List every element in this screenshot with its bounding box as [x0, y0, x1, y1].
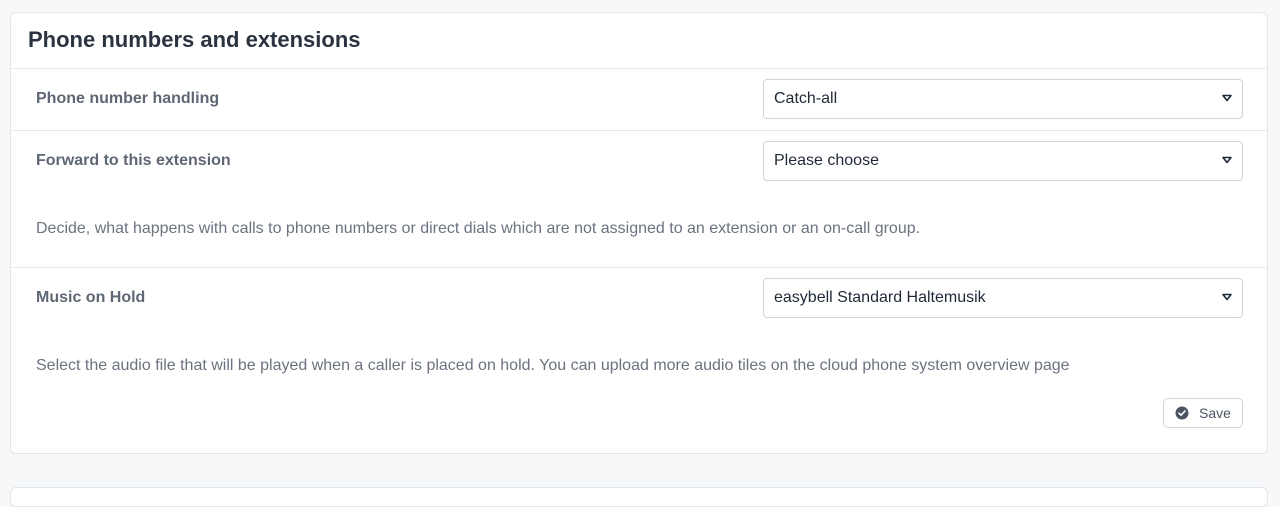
select-value: Please choose: [774, 152, 879, 169]
forward-extension-select[interactable]: Please choose: [763, 141, 1243, 181]
chevron-down-icon: [1222, 156, 1232, 164]
phone-number-handling-label: Phone number handling: [36, 90, 220, 107]
forward-description: Decide, what happens with calls to phone…: [36, 220, 921, 237]
chevron-down-icon: [1222, 293, 1232, 301]
forward-extension-label: Forward to this extension: [36, 152, 231, 169]
phone-number-handling-select[interactable]: Catch-all: [763, 79, 1243, 119]
check-circle-icon: [1175, 406, 1189, 420]
save-button[interactable]: Save: [1163, 398, 1243, 428]
select-value: easybell Standard Haltemusik: [774, 289, 986, 306]
music-on-hold-description: Select the audio file that will be playe…: [36, 357, 1070, 374]
music-on-hold-label: Music on Hold: [36, 289, 146, 306]
divider: [11, 130, 1267, 131]
card-title: Phone numbers and extensions: [28, 27, 361, 52]
save-label: Save: [1199, 405, 1231, 421]
next-card-edge: [10, 487, 1268, 507]
chevron-down-icon: [1222, 94, 1232, 102]
divider: [11, 267, 1267, 268]
phone-numbers-card: Phone numbers and extensions Phone numbe…: [10, 12, 1268, 454]
music-on-hold-select[interactable]: easybell Standard Haltemusik: [763, 278, 1243, 318]
divider: [11, 68, 1267, 69]
select-value: Catch-all: [774, 90, 838, 107]
